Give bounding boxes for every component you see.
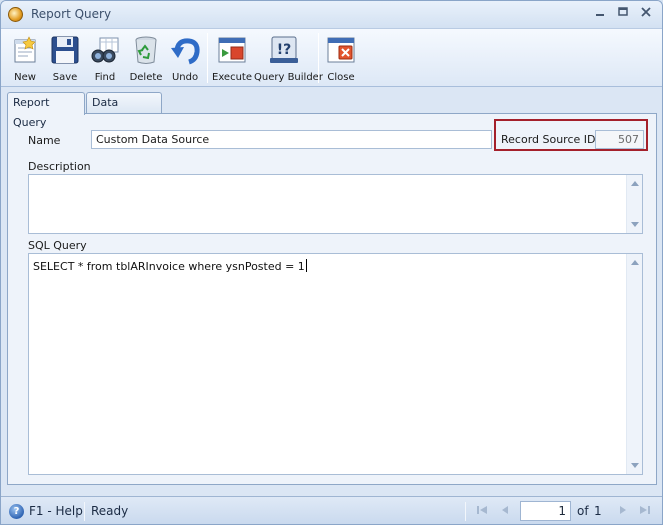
maximize-icon (618, 7, 628, 16)
delete-button-label: Delete (129, 72, 163, 83)
name-input[interactable]: Custom Data Source (91, 130, 492, 149)
text-caret (305, 259, 307, 272)
find-button[interactable]: Find (87, 32, 123, 86)
delete-button[interactable]: Delete (127, 32, 165, 86)
toolbar: New Save Find Delete Undo Execute !? Que… (1, 29, 662, 87)
binoculars-icon (91, 37, 119, 63)
total-pages: 1 (594, 504, 602, 518)
next-page-icon[interactable] (616, 505, 630, 517)
floppy-disk-icon (51, 36, 79, 64)
sql-query-scrollbar[interactable] (626, 254, 642, 474)
new-document-icon (14, 36, 36, 63)
recycle-bin-icon (135, 36, 157, 64)
status-bar: ? F1 - Help Ready 1 of 1 (1, 496, 662, 524)
first-page-icon[interactable] (475, 505, 489, 517)
toolbar-separator (318, 33, 319, 83)
name-label: Name (28, 134, 61, 147)
minimize-button[interactable] (591, 6, 609, 22)
description-input[interactable] (28, 174, 643, 234)
report-query-panel: Name Custom Data Source Record Source ID… (7, 113, 657, 485)
previous-page-icon[interactable] (498, 505, 512, 517)
new-button-label: New (14, 72, 36, 83)
toolbar-separator (207, 33, 208, 83)
tab-data-preview[interactable]: Data Preview (86, 92, 162, 129)
scroll-down-arrow-icon[interactable] (631, 463, 639, 468)
close-window-icon (327, 37, 355, 63)
execute-icon (218, 37, 246, 63)
save-button-label: Save (52, 72, 78, 83)
report-query-window: Report Query New Save Find Delete Undo E… (0, 0, 663, 525)
scroll-up-arrow-icon[interactable] (631, 181, 639, 186)
undo-button[interactable]: Undo (167, 32, 203, 86)
record-source-id-label: Record Source ID (501, 133, 596, 146)
title-bar: Report Query (1, 1, 662, 29)
new-button[interactable]: New (7, 32, 43, 86)
scroll-down-arrow-icon[interactable] (631, 222, 639, 227)
status-separator (465, 502, 466, 521)
help-icon[interactable]: ? (9, 504, 24, 519)
query-builder-button-label: Query Builder (254, 72, 323, 83)
query-builder-button[interactable]: !? Query Builder (254, 32, 323, 86)
tab-report-query[interactable]: Report Query (7, 92, 85, 129)
status-separator (84, 502, 85, 521)
scroll-up-arrow-icon[interactable] (631, 260, 639, 265)
close-window-button[interactable] (637, 6, 655, 22)
help-label[interactable]: F1 - Help (29, 504, 83, 518)
sql-query-label: SQL Query (28, 239, 87, 252)
description-label: Description (28, 160, 91, 173)
last-page-icon[interactable] (638, 505, 652, 517)
close-button-label: Close (327, 72, 355, 83)
query-builder-icon: !? (270, 36, 298, 63)
execute-button-label: Execute (212, 72, 252, 83)
find-button-label: Find (94, 72, 116, 83)
close-button[interactable]: Close (323, 32, 359, 86)
window-title: Report Query (31, 7, 112, 21)
status-text: Ready (91, 504, 129, 518)
minimize-icon (596, 14, 604, 16)
maximize-button[interactable] (614, 6, 632, 22)
svg-text:!?: !? (277, 42, 292, 58)
sql-query-input[interactable]: SELECT * from tblARInvoice where ysnPost… (28, 253, 643, 475)
close-x-icon (641, 7, 651, 17)
save-button[interactable]: Save (47, 32, 83, 86)
record-source-id-field: 507 (595, 130, 644, 149)
undo-arrow-icon (171, 38, 200, 65)
description-scrollbar[interactable] (626, 175, 642, 233)
current-page-input[interactable]: 1 (520, 501, 571, 521)
app-icon[interactable] (8, 7, 23, 22)
sql-query-text: SELECT * from tblARInvoice where ysnPost… (33, 259, 307, 273)
execute-button[interactable]: Execute (212, 32, 252, 86)
page-of-label: of (577, 504, 589, 518)
undo-button-label: Undo (171, 72, 199, 83)
